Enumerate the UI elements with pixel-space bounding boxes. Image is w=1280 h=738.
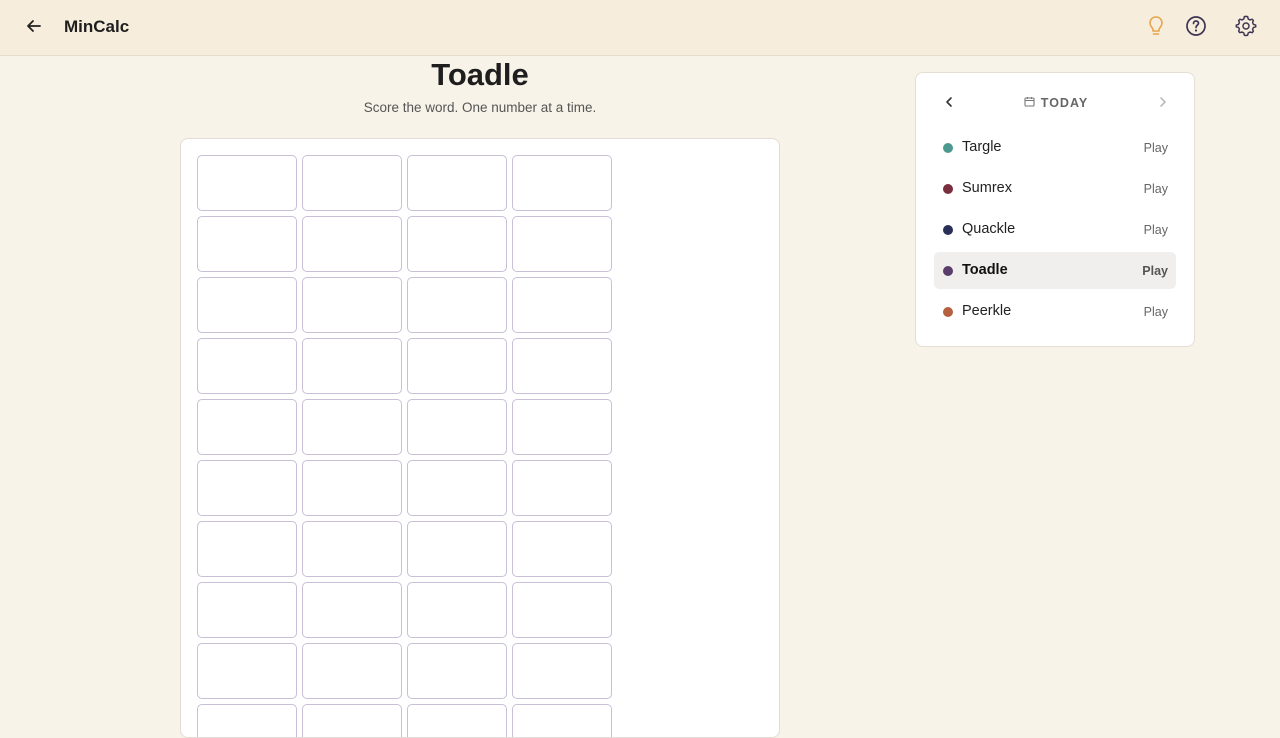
grid-cell[interactable] — [512, 521, 612, 577]
previous-day-button[interactable] — [938, 93, 960, 115]
game-board — [180, 138, 780, 738]
play-button[interactable]: Play — [1142, 264, 1168, 278]
grid-cell[interactable] — [197, 399, 297, 455]
game-item-name: Sumrex — [962, 180, 1012, 196]
grid-cell[interactable] — [197, 216, 297, 272]
grid-cell[interactable] — [407, 643, 507, 699]
grid-cell[interactable] — [407, 155, 507, 211]
grid-cell[interactable] — [407, 582, 507, 638]
grid-cell[interactable] — [407, 399, 507, 455]
grid-cell[interactable] — [512, 582, 612, 638]
grid-cell[interactable] — [512, 460, 612, 516]
grid-cell[interactable] — [197, 460, 297, 516]
game-item-name: Toadle — [962, 262, 1008, 278]
game-title: Toadle — [431, 57, 529, 92]
grid-cell[interactable] — [197, 704, 297, 737]
daily-games-panel: TODAY Targle Play Sumrex Play Quackle Pl… — [915, 72, 1195, 347]
grid-cell[interactable] — [512, 399, 612, 455]
help-circle-icon — [1185, 15, 1207, 42]
date-text: TODAY — [1040, 96, 1089, 110]
grid-cell[interactable] — [302, 338, 402, 394]
game-color-dot — [943, 266, 953, 276]
game-item-quackle[interactable]: Quackle Play — [934, 211, 1176, 248]
game-item-name: Peerkle — [962, 303, 1012, 319]
arrow-left-icon — [25, 17, 43, 40]
grid-cell[interactable] — [302, 277, 402, 333]
grid-cell[interactable] — [407, 460, 507, 516]
grid-cell[interactable] — [197, 155, 297, 211]
game-subtitle: Score the word. One number at a time. — [363, 100, 597, 115]
grid-cell[interactable] — [512, 338, 612, 394]
game-item-name: Targle — [962, 139, 1002, 155]
grid-cell[interactable] — [407, 521, 507, 577]
next-day-button[interactable] — [1152, 93, 1174, 115]
play-button[interactable]: Play — [1144, 141, 1168, 155]
grid-cell[interactable] — [407, 216, 507, 272]
calendar-icon — [1024, 96, 1035, 110]
game-color-dot — [943, 184, 953, 194]
app-title: MinCalc — [64, 17, 130, 36]
grid-cell[interactable] — [302, 399, 402, 455]
grid-cell[interactable] — [197, 643, 297, 699]
grid-cell[interactable] — [197, 521, 297, 577]
grid-cell[interactable] — [302, 582, 402, 638]
game-color-dot — [943, 307, 953, 317]
play-button[interactable]: Play — [1144, 182, 1168, 196]
grid-cell[interactable] — [302, 521, 402, 577]
chevron-left-icon — [943, 95, 955, 113]
grid-cell[interactable] — [407, 277, 507, 333]
date-label: TODAY — [996, 96, 1116, 110]
grid-cell[interactable] — [512, 643, 612, 699]
grid-cell[interactable] — [512, 155, 612, 211]
grid-cell[interactable] — [407, 338, 507, 394]
game-item-targle[interactable]: Targle Play — [934, 129, 1176, 166]
grid-cell[interactable] — [512, 277, 612, 333]
game-color-dot — [943, 143, 953, 153]
grid-cell[interactable] — [407, 704, 507, 737]
help-button[interactable] — [1182, 14, 1210, 42]
grid-cell[interactable] — [302, 460, 402, 516]
game-item-toadle[interactable]: Toadle Play — [934, 252, 1176, 289]
answer-grid — [197, 155, 612, 737]
chevron-right-icon — [1157, 95, 1169, 113]
back-button[interactable] — [20, 14, 48, 42]
settings-button[interactable] — [1232, 14, 1260, 42]
grid-cell[interactable] — [512, 704, 612, 737]
grid-cell[interactable] — [302, 704, 402, 737]
grid-cell[interactable] — [197, 338, 297, 394]
play-button[interactable]: Play — [1144, 223, 1168, 237]
game-item-peerkle[interactable]: Peerkle Play — [934, 293, 1176, 330]
grid-cell[interactable] — [302, 643, 402, 699]
game-color-dot — [943, 225, 953, 235]
grid-cell[interactable] — [197, 582, 297, 638]
grid-cell[interactable] — [197, 277, 297, 333]
grid-cell[interactable] — [512, 216, 612, 272]
lightbulb-icon — [1146, 15, 1166, 42]
game-item-name: Quackle — [962, 221, 1016, 237]
grid-cell[interactable] — [302, 216, 402, 272]
play-button[interactable]: Play — [1144, 305, 1168, 319]
top-bar: MinCalc — [0, 0, 1280, 56]
game-item-sumrex[interactable]: Sumrex Play — [934, 170, 1176, 207]
hint-button[interactable] — [1142, 14, 1170, 42]
grid-cell[interactable] — [302, 155, 402, 211]
gear-icon — [1235, 15, 1257, 42]
